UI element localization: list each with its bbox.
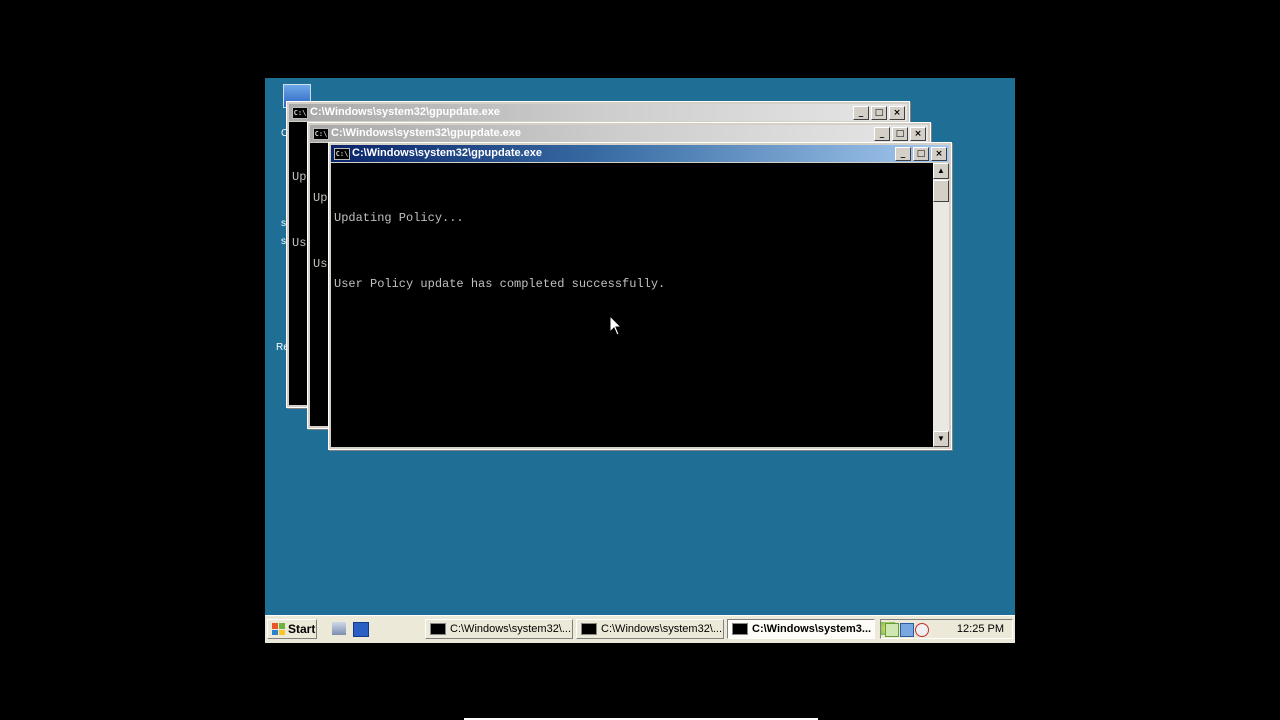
console-icon: C:\	[292, 107, 308, 119]
scroll-down-button[interactable]: ▼	[933, 431, 949, 447]
console-icon: C:\	[334, 148, 350, 160]
taskbar-button-label: C:\Windows\system3...	[752, 623, 872, 635]
taskbar-button-label: C:\Windows\system32\...	[601, 623, 723, 635]
server-manager-icon[interactable]	[332, 622, 346, 635]
taskbar-button[interactable]: C:\Windows\system32\...	[425, 619, 573, 639]
close-button[interactable]: ×	[931, 147, 947, 161]
minimize-button[interactable]: _	[874, 127, 890, 141]
close-button[interactable]: ×	[889, 106, 905, 120]
taskbar-button[interactable]: C:\Windows\system3...	[727, 619, 875, 639]
minimize-button[interactable]: _	[895, 147, 911, 161]
minimize-button[interactable]: _	[853, 106, 869, 120]
windows-logo-icon	[272, 623, 285, 635]
vertical-scrollbar[interactable]: ▲ ▼	[933, 163, 949, 447]
scroll-thumb[interactable]	[933, 180, 949, 202]
powershell-icon[interactable]	[353, 622, 369, 637]
close-button[interactable]: ×	[910, 127, 926, 141]
taskbar-button-label: C:\Windows\system32\...	[450, 623, 572, 635]
network-icon[interactable]	[900, 623, 914, 637]
console-line: Updating Policy...	[334, 211, 464, 225]
window-titlebar[interactable]: C:\ C:\Windows\system32\gpupdate.exe _ □…	[310, 125, 928, 142]
maximize-button[interactable]: □	[913, 147, 929, 161]
console-icon	[732, 623, 748, 635]
maximize-button[interactable]: □	[871, 106, 887, 120]
window-title: C:\Windows\system32\gpupdate.exe	[331, 127, 522, 139]
mouse-cursor-icon	[609, 315, 623, 336]
taskbar: Start C:\Windows\system32\... C:\Windows…	[265, 615, 1015, 643]
window-titlebar[interactable]: C:\ C:\Windows\system32\gpupdate.exe _ □…	[289, 104, 907, 121]
volume-muted-icon[interactable]	[915, 623, 929, 637]
notification-area: 12:25 PM	[880, 619, 1013, 639]
start-button[interactable]: Start	[267, 619, 317, 639]
console-window[interactable]: C:\ C:\Windows\system32\gpupdate.exe _ □…	[328, 142, 952, 450]
scroll-up-button[interactable]: ▲	[933, 163, 949, 179]
console-line: User Policy update has completed success…	[334, 277, 666, 291]
shield-icon[interactable]	[885, 623, 899, 637]
console-icon	[430, 623, 446, 635]
window-titlebar[interactable]: C:\ C:\Windows\system32\gpupdate.exe _ □…	[331, 145, 949, 162]
maximize-button[interactable]: □	[892, 127, 908, 141]
console-output[interactable]: Updating Policy... User Policy update ha…	[331, 163, 933, 447]
start-label: Start	[288, 622, 316, 636]
console-icon	[581, 623, 597, 635]
clock[interactable]: 12:25 PM	[957, 623, 1004, 635]
taskbar-button[interactable]: C:\Windows\system32\...	[576, 619, 724, 639]
window-title: C:\Windows\system32\gpupdate.exe	[310, 106, 501, 118]
console-icon: C:\	[313, 128, 329, 140]
window-title: C:\Windows\system32\gpupdate.exe	[352, 147, 543, 159]
